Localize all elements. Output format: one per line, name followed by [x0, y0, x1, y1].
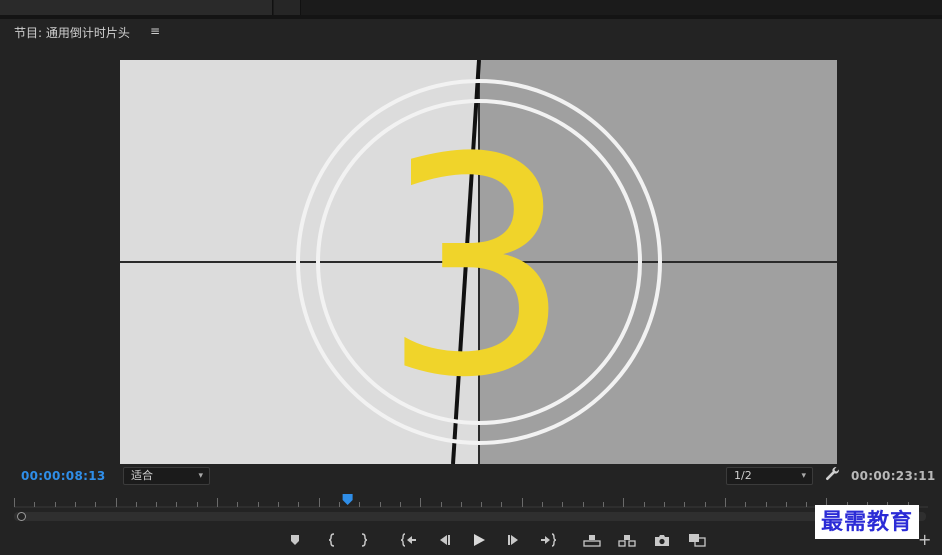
lift-icon: [583, 535, 601, 547]
button-editor-add-icon[interactable]: +: [918, 532, 931, 548]
step-back-button[interactable]: [433, 530, 455, 550]
zoom-scrollbar-handle[interactable]: [17, 512, 26, 521]
panel-divider[interactable]: [0, 15, 942, 19]
countdown-frame: 3: [120, 60, 837, 464]
play-button[interactable]: [468, 530, 490, 550]
playhead-marker[interactable]: [342, 494, 353, 505]
current-timecode[interactable]: 00:00:08:13: [21, 469, 106, 483]
top-panel-strip: [0, 0, 942, 15]
step-back-icon: [440, 535, 450, 545]
watermark-logo: 最需教育: [815, 505, 920, 539]
time-ruler-ticks: [14, 494, 929, 508]
bracket-left-icon: [328, 533, 335, 547]
bracket-right-icon: [361, 533, 368, 547]
upper-panel-tab-small[interactable]: [274, 0, 301, 15]
go-to-out-icon: [541, 533, 556, 547]
marker-icon: [291, 535, 299, 545]
playback-resolution-select[interactable]: 1/2 ▾: [726, 467, 813, 485]
chevron-down-icon: ▾: [198, 471, 203, 481]
compare-icon: [689, 534, 706, 547]
go-to-in-button[interactable]: [398, 530, 420, 550]
duration-timecode: 00:00:23:11: [851, 469, 936, 483]
camera-icon: [655, 534, 669, 546]
extract-icon: [618, 535, 636, 547]
zoom-level-select[interactable]: 适合 ▾: [123, 467, 210, 485]
chevron-down-icon: ▾: [801, 471, 806, 481]
mark-out-button[interactable]: [353, 530, 375, 550]
extract-button[interactable]: [616, 530, 638, 550]
go-to-out-button[interactable]: [537, 530, 559, 550]
time-ruler[interactable]: [14, 492, 929, 510]
play-icon: [474, 534, 485, 546]
zoom-scrollbar[interactable]: [14, 512, 926, 521]
export-frame-button[interactable]: [651, 530, 673, 550]
settings-wrench-icon[interactable]: [825, 466, 840, 485]
lift-button[interactable]: [581, 530, 603, 550]
transport-controls: [0, 530, 942, 552]
program-monitor-title[interactable]: 节目: 通用倒计时片头: [14, 24, 130, 41]
step-forward-icon: [508, 535, 518, 545]
upper-panel-tab[interactable]: [0, 0, 273, 15]
add-marker-button[interactable]: [284, 530, 306, 550]
mark-in-button[interactable]: [321, 530, 343, 550]
step-forward-button[interactable]: [503, 530, 525, 550]
countdown-number: 3: [382, 94, 573, 443]
program-monitor-viewer[interactable]: 3: [120, 60, 837, 464]
zoom-level-value: 适合: [131, 469, 153, 482]
playback-resolution-value: 1/2: [734, 469, 752, 482]
panel-menu-icon[interactable]: ≡: [150, 24, 160, 38]
go-to-in-icon: [401, 533, 416, 547]
compare-view-button[interactable]: [686, 530, 708, 550]
